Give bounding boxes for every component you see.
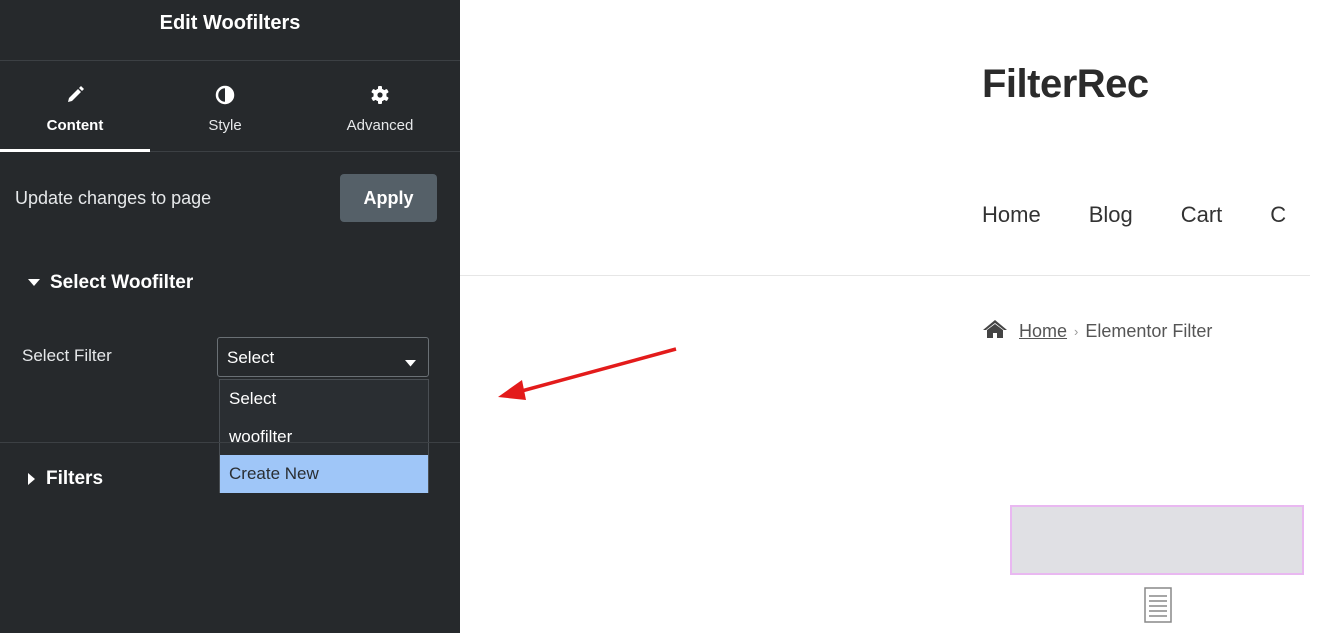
select-filter-label: Select Filter xyxy=(22,346,112,365)
editor-panel: Edit Woofilters Content Style Advanced U… xyxy=(0,0,460,633)
section-divider xyxy=(0,442,460,443)
home-icon xyxy=(982,319,1008,344)
caret-down-icon xyxy=(28,279,40,287)
nav-item-c[interactable]: C xyxy=(1270,202,1286,228)
annotation-arrow-icon xyxy=(498,347,677,400)
section-select-woofilter[interactable]: Select Woofilter xyxy=(28,272,193,294)
chevron-down-icon xyxy=(405,354,416,372)
select-filter-options: Select woofilter Create New xyxy=(219,379,429,493)
active-tab-indicator xyxy=(0,149,150,152)
select-filter-value: Select xyxy=(227,348,275,367)
tab-style[interactable]: Style xyxy=(150,61,300,151)
option-select[interactable]: Select xyxy=(220,380,428,418)
breadcrumb: Home › Elementor Filter xyxy=(982,319,1212,344)
update-row: Update changes to page Apply xyxy=(0,174,460,222)
breadcrumb-current: Elementor Filter xyxy=(1085,321,1213,341)
apply-button[interactable]: Apply xyxy=(340,174,437,222)
gear-icon xyxy=(300,83,460,107)
tab-style-label: Style xyxy=(208,117,242,134)
tab-content-label: Content xyxy=(46,117,104,134)
section-filters[interactable]: Filters xyxy=(28,468,103,490)
tab-advanced-label: Advanced xyxy=(346,117,414,134)
main-navigation: Home Blog Cart C xyxy=(982,202,1320,228)
option-woofilter[interactable]: woofilter xyxy=(220,418,428,456)
section-select-woofilter-label: Select Woofilter xyxy=(50,272,194,293)
update-changes-text: Update changes to page xyxy=(15,188,212,208)
site-title[interactable]: FilterRec xyxy=(982,62,1149,107)
widget-placeholder[interactable] xyxy=(1010,505,1304,575)
header-divider xyxy=(460,275,1310,276)
list-document-icon xyxy=(1144,587,1172,628)
nav-item-blog[interactable]: Blog xyxy=(1089,202,1133,228)
nav-item-home[interactable]: Home xyxy=(982,202,1041,228)
pencil-icon xyxy=(0,83,150,107)
caret-right-icon xyxy=(28,473,36,485)
nav-item-cart[interactable]: Cart xyxy=(1181,202,1223,228)
panel-title: Edit Woofilters xyxy=(0,0,460,61)
select-filter-dropdown[interactable]: Select xyxy=(217,337,429,377)
tab-content[interactable]: Content xyxy=(0,61,150,151)
panel-tabs: Content Style Advanced xyxy=(0,61,460,152)
breadcrumb-separator-icon: › xyxy=(1074,324,1079,339)
tab-advanced[interactable]: Advanced xyxy=(300,61,460,151)
breadcrumb-home-link[interactable]: Home xyxy=(1019,321,1067,342)
contrast-icon xyxy=(150,83,300,107)
option-create-new[interactable]: Create New xyxy=(220,455,428,493)
section-filters-label: Filters xyxy=(46,468,104,489)
